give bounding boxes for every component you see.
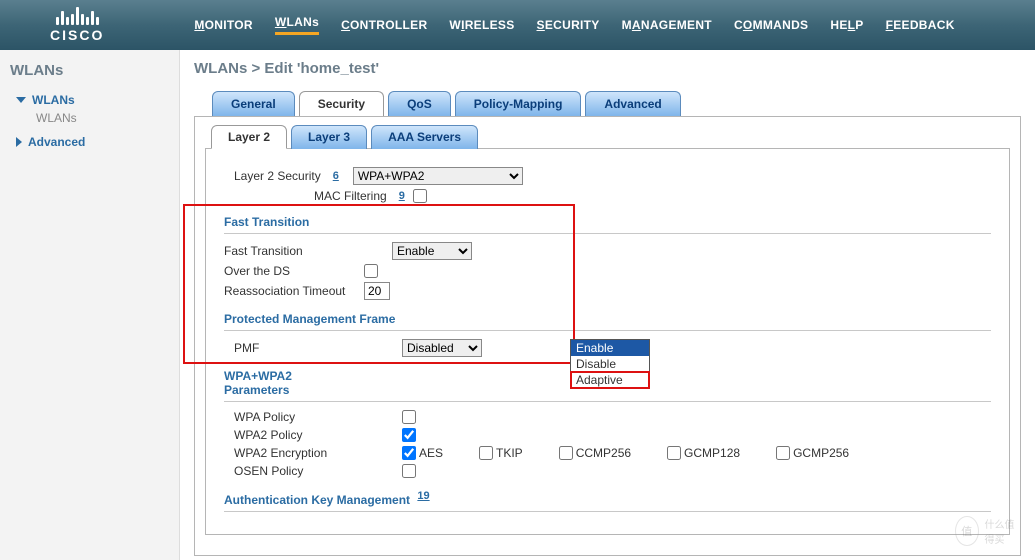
topbar: CISCO MONITOR WLANs CONTROLLER WIRELESS … — [0, 0, 1035, 50]
sidebar-sub-wlans[interactable]: WLANs — [36, 111, 169, 125]
tab-qos[interactable]: QoS — [388, 91, 451, 116]
breadcrumb: WLANs > Edit 'home_test' — [194, 60, 1021, 77]
watermark: 值 什么值得买 — [955, 514, 1023, 548]
brand-text: CISCO — [50, 27, 104, 43]
fast-transition-dropdown-open: Enable Disable Adaptive — [570, 339, 650, 389]
tab-advanced[interactable]: Advanced — [585, 91, 680, 116]
gcmp256-checkbox[interactable] — [776, 446, 790, 460]
pmf-title: Protected Management Frame — [224, 310, 991, 331]
sidebar: WLANs WLANs WLANs Advanced — [0, 50, 180, 560]
ft-option-adaptive[interactable]: Adaptive — [571, 372, 649, 388]
mac-filtering-label: MAC Filtering — [314, 189, 387, 203]
gcmp256-label: GCMP256 — [793, 446, 849, 460]
aes-label: AES — [419, 446, 443, 460]
tkip-label: TKIP — [496, 446, 523, 460]
mac-filtering-checkbox[interactable] — [413, 189, 427, 203]
main-nav: MONITOR WLANs CONTROLLER WIRELESS SECURI… — [194, 15, 954, 35]
pmf-select[interactable]: Disabled — [402, 339, 482, 357]
tab-general[interactable]: General — [212, 91, 295, 116]
watermark-text: 什么值得买 — [985, 516, 1023, 546]
wpa2-policy-checkbox[interactable] — [402, 428, 416, 442]
gcmp128-label: GCMP128 — [684, 446, 740, 460]
nav-controller[interactable]: CONTROLLER — [341, 18, 427, 32]
ccmp256-label: CCMP256 — [576, 446, 631, 460]
subtab-layer3[interactable]: Layer 3 — [291, 125, 367, 149]
wpa-policy-label: WPA Policy — [234, 410, 394, 424]
over-the-ds-label: Over the DS — [224, 264, 356, 278]
subtab-aaa[interactable]: AAA Servers — [371, 125, 478, 149]
wpa2-policy-label: WPA2 Policy — [234, 428, 394, 442]
nav-management[interactable]: MANAGEMENT — [622, 18, 712, 32]
osen-policy-label: OSEN Policy — [234, 464, 394, 478]
fast-transition-label: Fast Transition — [224, 244, 384, 258]
tab-security[interactable]: Security — [299, 91, 384, 116]
wpa-policy-checkbox[interactable] — [402, 410, 416, 424]
over-the-ds-checkbox[interactable] — [364, 264, 378, 278]
chevron-right-icon — [16, 137, 22, 147]
footnote-19[interactable]: 19 — [417, 490, 429, 502]
tkip-checkbox[interactable] — [479, 446, 493, 460]
subtab-layer2[interactable]: Layer 2 — [211, 125, 287, 149]
reassociation-timeout-input[interactable] — [364, 282, 390, 300]
sidebar-title: WLANs — [10, 62, 169, 79]
cisco-logo: CISCO — [50, 7, 104, 43]
watermark-icon: 值 — [955, 516, 979, 546]
logo-bars-icon — [56, 7, 99, 25]
gcmp128-checkbox[interactable] — [667, 446, 681, 460]
content-area: WLANs > Edit 'home_test' General Securit… — [180, 50, 1035, 560]
security-panel: Layer 2 Layer 3 AAA Servers Layer 2 Secu… — [194, 116, 1021, 556]
layer2-security-label: Layer 2 Security — [234, 169, 321, 183]
nav-help[interactable]: HELP — [830, 18, 863, 32]
sidebar-item-label: WLANs — [32, 93, 75, 107]
ccmp256-checkbox[interactable] — [559, 446, 573, 460]
ft-option-enable[interactable]: Enable — [571, 340, 649, 356]
wpa2-encryption-label: WPA2 Encryption — [234, 446, 394, 460]
nav-wireless[interactable]: WIRELESS — [449, 18, 514, 32]
sidebar-item-advanced[interactable]: Advanced — [16, 135, 169, 149]
encryption-options: AES TKIP CCMP256 GCMP128 GCMP256 — [402, 446, 849, 460]
nav-monitor[interactable]: MONITOR — [194, 18, 253, 32]
fast-transition-title: Fast Transition — [224, 213, 991, 234]
chevron-down-icon — [16, 97, 26, 103]
aes-checkbox[interactable] — [402, 446, 416, 460]
sidebar-item-wlans[interactable]: WLANs — [16, 93, 169, 107]
ft-option-disable[interactable]: Disable — [571, 356, 649, 372]
fast-transition-select[interactable]: Enable — [392, 242, 472, 260]
footnote-6[interactable]: 6 — [333, 170, 339, 182]
reassociation-timeout-label: Reassociation Timeout — [224, 284, 356, 298]
pmf-label: PMF — [234, 341, 394, 355]
nav-wlans[interactable]: WLANs — [275, 15, 319, 35]
nav-security[interactable]: SECURITY — [537, 18, 600, 32]
osen-policy-checkbox[interactable] — [402, 464, 416, 478]
nav-feedback[interactable]: FEEDBACK — [886, 18, 955, 32]
akm-title: Authentication Key Management 19 — [224, 488, 991, 512]
tab-policy-mapping[interactable]: Policy-Mapping — [455, 91, 582, 116]
tabstrip: General Security QoS Policy-Mapping Adva… — [194, 91, 1021, 116]
subtabstrip: Layer 2 Layer 3 AAA Servers — [205, 125, 1010, 149]
sidebar-item-label: Advanced — [28, 135, 85, 149]
nav-commands[interactable]: COMMANDS — [734, 18, 808, 32]
footnote-9[interactable]: 9 — [399, 190, 405, 202]
layer2-security-select[interactable]: WPA+WPA2 — [353, 167, 523, 185]
